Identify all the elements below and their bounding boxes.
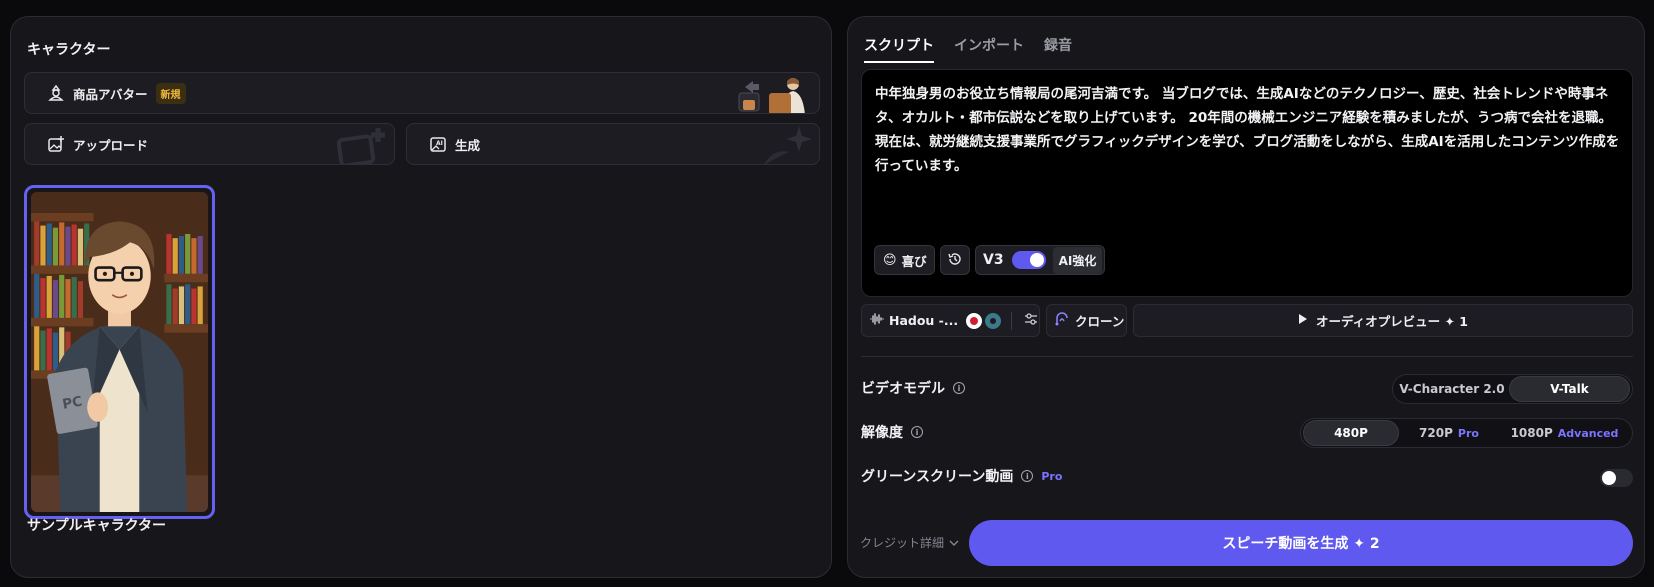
upload-label: アップロード — [73, 137, 149, 153]
video-model-option-vcharacter[interactable]: V-Character 2.0 — [1395, 376, 1509, 402]
chevron-down-icon — [949, 536, 959, 550]
selected-character-card[interactable]: PC — [24, 185, 215, 519]
image-add-icon — [45, 133, 67, 155]
green-screen-info-icon[interactable]: i — [1021, 470, 1034, 482]
settings-divider — [861, 356, 1633, 357]
resolution-1080p-advanced-tag: Advanced — [1557, 426, 1619, 440]
script-panel: スクリプト インポート 録音 中年独身男のお役立ち情報局の尾河吉満です。 当ブロ… — [847, 16, 1645, 578]
video-model-selector: V-Character 2.0 V-Talk — [1392, 374, 1633, 404]
product-avatar-thumbnail — [738, 78, 805, 113]
upload-card[interactable]: アップロード — [24, 123, 395, 165]
character-panel: キャラクター 商品アバター 新規 アップロード AI 生成 PC サンプルキャラ… — [10, 16, 832, 578]
waveform-icon — [870, 312, 884, 329]
smile-emoji-icon: 😊 — [883, 252, 897, 268]
audio-preview-button[interactable]: オーディオプレビュー ✦ 1 — [1133, 304, 1633, 337]
emotion-label: 喜び — [901, 253, 927, 269]
product-avatar-label: 商品アバター — [73, 86, 148, 102]
voice-avatar-icon — [985, 312, 1002, 329]
tab-import[interactable]: インポート — [954, 35, 1024, 63]
tab-script[interactable]: スクリプト — [864, 35, 934, 63]
resolution-720p-pro-tag: Pro — [1457, 426, 1479, 440]
sliders-icon[interactable] — [1024, 312, 1038, 329]
sample-section-title: サンプルキャラクター — [27, 518, 167, 534]
script-text[interactable]: 中年独身男のお役立ち情報局の尾河吉満です。 当ブログでは、生成AIなどのテクノロ… — [875, 82, 1620, 178]
play-icon — [1298, 313, 1308, 328]
product-avatar-icon — [45, 82, 67, 104]
script-tabs: スクリプト インポート 録音 — [864, 35, 1072, 63]
voice-name: Hadou -... — [889, 313, 959, 328]
green-screen-label: グリーンスクリーン動画 — [861, 469, 1014, 485]
version-label: V3 — [983, 252, 1004, 268]
credit-details[interactable]: クレジット詳細 — [860, 534, 959, 551]
svg-text:PC: PC — [61, 393, 83, 412]
upload-decoration-icon — [336, 128, 385, 164]
product-avatar-card[interactable]: 商品アバター 新規 — [24, 72, 820, 114]
resolution-1080p-label: 1080P — [1510, 426, 1553, 440]
generate-card[interactable]: AI 生成 — [406, 123, 820, 165]
video-model-info-icon[interactable]: i — [953, 382, 965, 394]
character-section-title: キャラクター — [27, 42, 111, 58]
sparkle-decoration-icon — [764, 126, 812, 164]
v3-toggle[interactable] — [1011, 251, 1046, 269]
history-icon — [947, 251, 963, 270]
resolution-option-480p[interactable]: 480P — [1303, 420, 1399, 446]
new-badge: 新規 — [155, 82, 186, 104]
resolution-info-icon[interactable]: i — [911, 426, 923, 438]
video-model-label: ビデオモデル — [861, 381, 945, 397]
character-image: PC — [31, 192, 208, 512]
svg-text:AI: AI — [436, 140, 443, 147]
video-model-setting: ビデオモデル i — [861, 378, 965, 398]
resolution-option-720p[interactable]: 720P Pro — [1399, 420, 1499, 446]
clone-label: クローン — [1075, 314, 1125, 329]
tab-record[interactable]: 録音 — [1044, 35, 1072, 63]
history-button[interactable] — [940, 245, 970, 275]
resolution-setting: 解像度 i — [861, 422, 923, 442]
resolution-label: 解像度 — [861, 425, 903, 441]
voice-divider — [1011, 311, 1013, 330]
generate-speech-video-button[interactable]: スピーチ動画を生成 ✦ 2 — [969, 520, 1633, 566]
japan-flag-icon — [966, 312, 983, 329]
emotion-button[interactable]: 😊 喜び — [874, 245, 935, 275]
voice-selector[interactable]: Hadou -... — [861, 304, 1040, 337]
script-textarea[interactable]: 中年独身男のお役立ち情報局の尾河吉満です。 当ブログでは、生成AIなどのテクノロ… — [861, 69, 1633, 297]
green-screen-pro-tag: Pro — [1041, 469, 1063, 483]
credit-label: クレジット詳細 — [860, 536, 945, 550]
resolution-720p-label: 720P — [1419, 426, 1453, 440]
ai-enhance-button[interactable]: AI強化 — [1052, 246, 1103, 274]
audio-preview-label: オーディオプレビュー ✦ 1 — [1315, 314, 1468, 329]
clone-voice-icon — [1054, 311, 1070, 330]
resolution-option-1080p[interactable]: 1080P Advanced — [1499, 420, 1630, 446]
v3-control: V3 AI強化 — [975, 245, 1105, 275]
generate-label: 生成 — [455, 137, 481, 153]
resolution-selector: 480P 720P Pro 1080P Advanced — [1300, 418, 1633, 448]
video-model-option-vtalk[interactable]: V-Talk — [1509, 376, 1630, 402]
green-screen-toggle[interactable] — [1600, 469, 1633, 487]
green-screen-setting: グリーンスクリーン動画 i Pro — [861, 466, 1062, 486]
resolution-480p-label: 480P — [1334, 426, 1368, 440]
ai-image-icon: AI — [427, 133, 449, 155]
clone-button[interactable]: クローン — [1046, 304, 1127, 337]
